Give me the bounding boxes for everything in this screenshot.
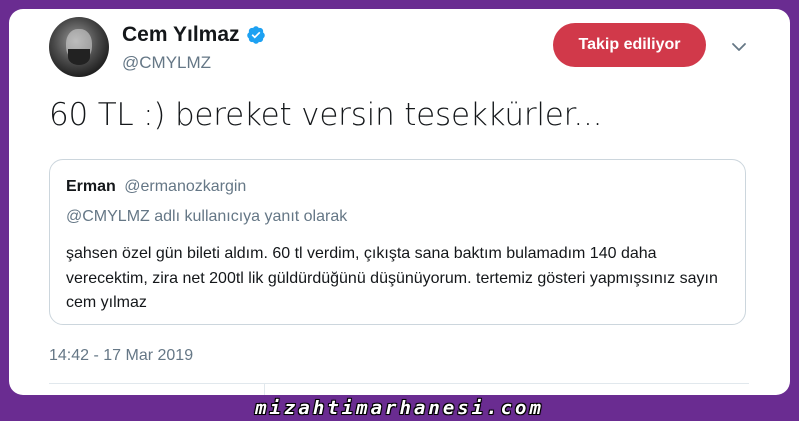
- avatar[interactable]: [49, 17, 109, 77]
- author-handle[interactable]: @CMYLMZ: [122, 53, 211, 73]
- avatar-beard: [68, 49, 90, 65]
- author-name[interactable]: Cem Yılmaz: [122, 23, 240, 47]
- tweet-timestamp[interactable]: 14:42 - 17 Mar 2019: [49, 347, 193, 365]
- quoted-tweet-header: Erman @ermanozkargin: [66, 178, 246, 196]
- quoted-tweet[interactable]: Erman @ermanozkargin @CMYLMZ adlı kullan…: [49, 159, 746, 325]
- divider: [49, 383, 749, 384]
- chevron-down-icon[interactable]: [731, 39, 747, 55]
- divider-vertical: [264, 383, 265, 395]
- author-name-row: Cem Yılmaz: [122, 23, 266, 47]
- quoted-author-name: Erman: [66, 178, 116, 195]
- tweet-card: Cem Yılmaz @CMYLMZ Takip ediliyor 60 TL …: [9, 9, 790, 395]
- following-button[interactable]: Takip ediliyor: [553, 23, 706, 67]
- quoted-author-handle: @ermanozkargin: [124, 178, 247, 195]
- reply-context[interactable]: @CMYLMZ adlı kullanıcıya yanıt olarak: [66, 208, 347, 226]
- tweet-text: 60 TL :) bereket versin tesekkürler...: [49, 97, 603, 133]
- watermark: mizahtimarhanesi.com: [255, 397, 544, 419]
- verified-badge-icon: [246, 26, 265, 44]
- quoted-tweet-text: şahsen özel gün bileti aldım. 60 tl verd…: [66, 245, 718, 311]
